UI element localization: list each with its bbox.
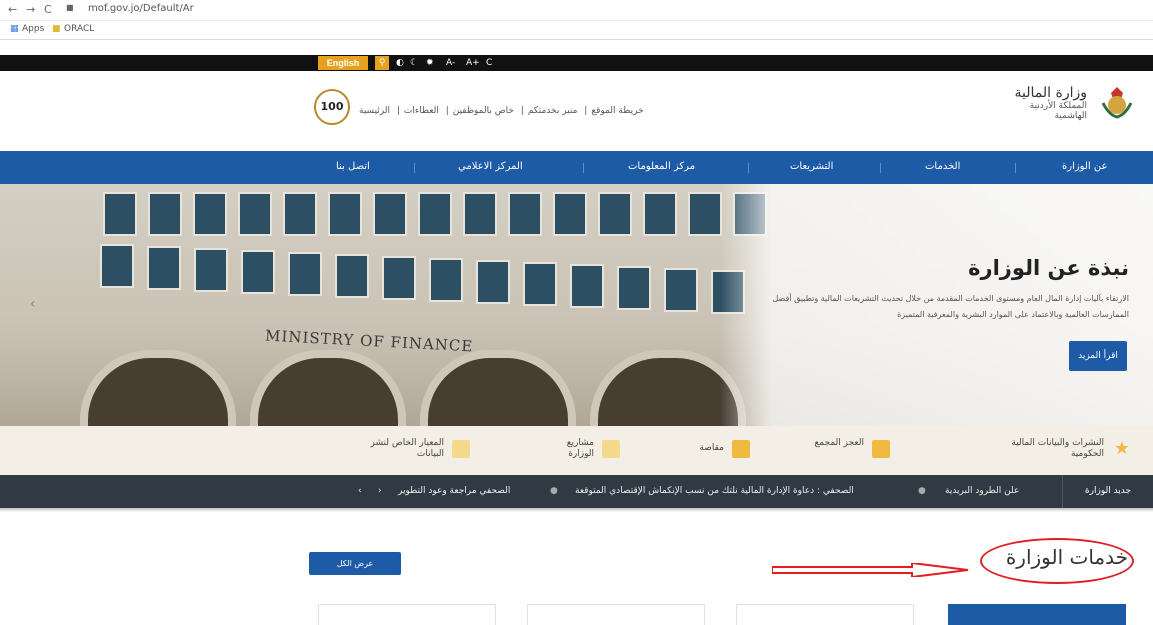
quick-links-bar: ★ النشرات والبيانات المالية الحكومية الع… (0, 426, 1153, 475)
ticker-item[interactable]: الصحفي مراجعة وعود التطوير (398, 486, 510, 496)
slider-prev-icon[interactable]: ‹ (30, 296, 36, 312)
moon-icon[interactable]: ☾ (410, 56, 418, 70)
quicklink-financial-bulletins[interactable]: ★ النشرات والبيانات المالية الحكومية (930, 436, 1130, 466)
nav-contact[interactable]: اتصل بنا (336, 161, 370, 172)
toplink-platform[interactable]: منبر بخدمتكم (528, 106, 578, 116)
hero-title: نبذة عن الوزارة (968, 256, 1129, 280)
quicklink-projects[interactable]: مشاريع الوزارة (540, 436, 620, 466)
reset-button[interactable]: C (486, 56, 492, 70)
nav-about[interactable]: عن الوزارة (1062, 161, 1107, 172)
english-button[interactable]: English (318, 56, 368, 70)
ticker-item[interactable]: علن الطرود البريدية (945, 486, 1019, 496)
ticker-item[interactable]: الصحفي : دعاوة الإدارة المالية نلتك من ن… (575, 486, 854, 496)
lock-icon: ■ (66, 3, 74, 12)
centenary-logo: 100 (314, 89, 350, 125)
top-links: خريطة الموقع| منبر بخدمتكم| خاص بالموظفي… (359, 106, 644, 116)
sun-icon[interactable]: ✹ (426, 56, 434, 70)
accessibility-bar: English ⚲ ◐ ☾ ✹ A- A+ C (0, 55, 1153, 71)
nav-services[interactable]: الخدمات (925, 161, 960, 172)
annotation-circle (980, 538, 1134, 584)
toplink-home[interactable]: الرئيسية (359, 106, 390, 116)
bookmarks-bar: ▦ Apps ■ ORACL (0, 21, 1153, 40)
apps-grid-icon[interactable]: ▦ (10, 24, 19, 34)
main-navigation: عن الوزارة الخدمات التشريعات مركز المعلو… (0, 151, 1153, 184)
back-arrow-icon[interactable]: ← (8, 3, 17, 16)
font-decrease-button[interactable]: A- (446, 56, 455, 70)
service-card[interactable] (948, 604, 1126, 625)
address-bar[interactable]: mof.gov.jo/Default/Ar (88, 3, 194, 14)
ministry-logo[interactable]: وزارة المالية المملكة الأردنية الهاشمية (1002, 85, 1087, 125)
service-card[interactable] (527, 604, 705, 625)
quicklink-data-standard[interactable]: المعيار الخاص لنشر البيانات (330, 436, 470, 466)
nav-media-center[interactable]: المركز الاعلامي (458, 161, 523, 172)
reload-icon[interactable]: C (44, 3, 52, 16)
annotation-arrow-icon (772, 563, 969, 577)
bookmark-oracl[interactable]: ORACL (64, 24, 94, 34)
ministry-name: وزارة المالية (1014, 85, 1087, 101)
news-ticker: جديد الوزارة علن الطرود البريدية ● الصحف… (0, 475, 1153, 508)
ticker-label: جديد الوزارة (1062, 475, 1153, 508)
service-card[interactable] (736, 604, 914, 625)
star-icon: ★ (1113, 438, 1130, 459)
contrast-icon[interactable]: ◐ (396, 56, 404, 70)
nav-legislation[interactable]: التشريعات (790, 161, 833, 172)
read-more-button[interactable]: اقرأ المزيد (1069, 341, 1127, 371)
view-all-button[interactable]: عرض الكل (309, 552, 401, 575)
search-icon[interactable]: ⚲ (375, 56, 389, 70)
ticker-next-button[interactable]: › (378, 486, 382, 496)
toplink-tenders[interactable]: العطاءات (404, 106, 439, 116)
quicklink-clearing[interactable]: مقاصة (670, 436, 750, 466)
browser-toolbar: ← → C ■ mof.gov.jo/Default/Ar (0, 0, 1153, 21)
service-card[interactable] (318, 604, 496, 625)
chart-icon (872, 440, 890, 458)
ministry-subtitle: المملكة الأردنية الهاشمية (1029, 101, 1087, 121)
nav-information-center[interactable]: مركز المعلومات (628, 161, 695, 172)
jordan-crest-icon (1101, 87, 1133, 119)
quicklink-consolidated-deficit[interactable]: العجز المجمع (800, 436, 890, 466)
building-sign: MINISTRY OF FINANCE (264, 326, 474, 356)
hero-description: الارتقاء بآليات إدارة المال العام ومستوى… (772, 294, 1129, 319)
exchange-icon (732, 440, 750, 458)
hero-slider: MINISTRY OF FINANCE ‹ نبذة عن الوزارة ال… (0, 184, 1153, 426)
bookmark-apps[interactable]: Apps (22, 24, 44, 34)
table-icon (452, 440, 470, 458)
font-increase-button[interactable]: A+ (466, 56, 480, 70)
toplink-employees[interactable]: خاص بالموظفين (453, 106, 514, 116)
folder-icon: ■ (52, 24, 61, 34)
toplink-sitemap[interactable]: خريطة الموقع (591, 106, 643, 116)
folder-icon (602, 440, 620, 458)
ticker-prev-button[interactable]: ‹ (358, 486, 362, 496)
site-header: 100 خريطة الموقع| منبر بخدمتكم| خاص بالم… (0, 71, 1153, 151)
forward-arrow-icon[interactable]: → (26, 3, 35, 16)
